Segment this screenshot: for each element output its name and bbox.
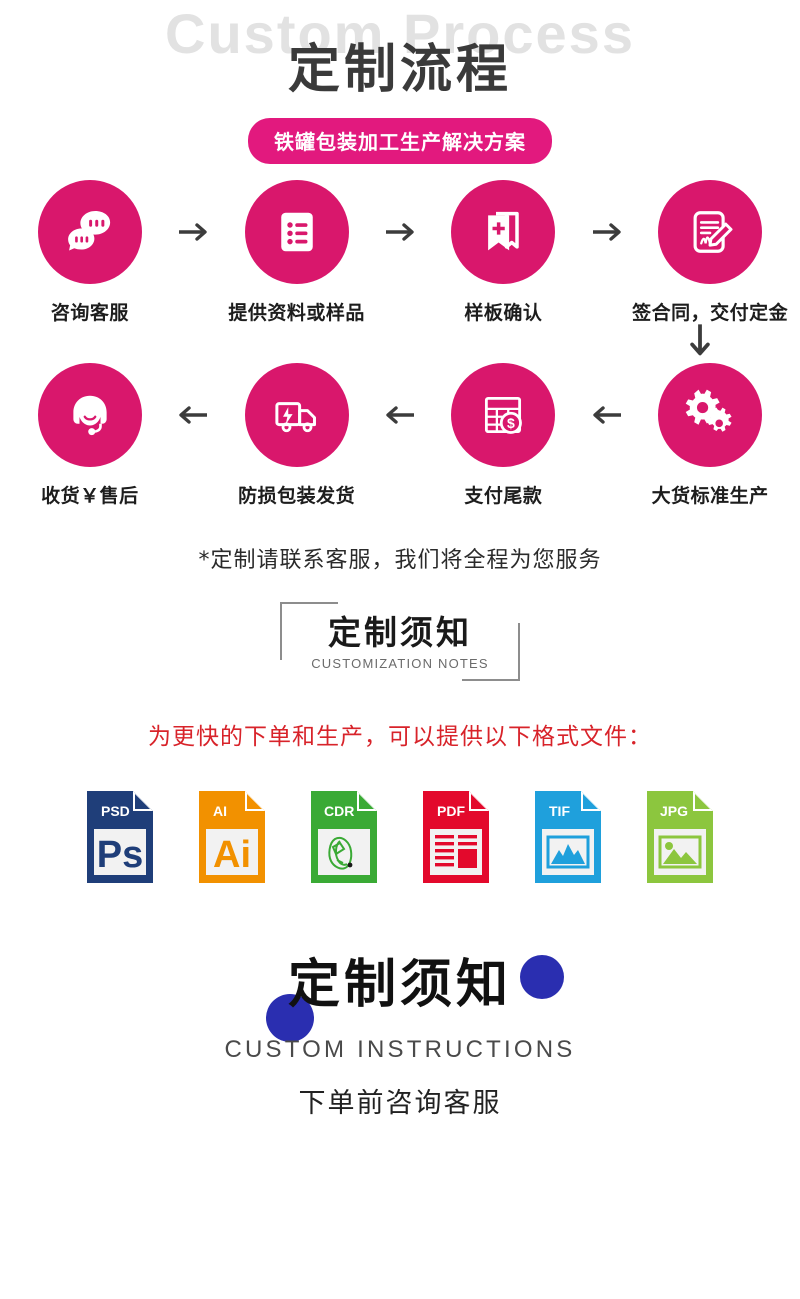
step-icon-circle (37, 180, 142, 284)
file-label: TIF (549, 803, 570, 819)
gears-icon (685, 389, 732, 432)
file-icon-jpg[interactable]: JPG (643, 787, 717, 887)
file-icon-ai[interactable]: AI Ai (195, 787, 269, 887)
contract-sign-icon (693, 211, 733, 253)
subtitle-badge: 铁罐包装加工生产解决方案 (248, 118, 552, 164)
file-label: PSD (101, 803, 130, 819)
bottom-title-en: CUSTOM INSTRUCTIONS (224, 1035, 576, 1063)
file-label: PDF (437, 803, 465, 819)
bracket-frame: 定制须知 CUSTOMIZATION NOTES (280, 602, 520, 681)
process-step-production[interactable]: 大货标准生产 (628, 363, 792, 508)
list-document-icon (280, 212, 313, 252)
process-section: 咨询客服 提供资料或样品 样板确认 签合同，交付定金 收货￥售后 防损包装发货 … (0, 180, 800, 508)
jpg-file-icon: JPG (647, 790, 713, 883)
file-icon-pdf[interactable]: PDF (419, 787, 493, 887)
badge-container: 铁罐包装加工生产解决方案 (0, 118, 800, 164)
file-inner-label: Ai (213, 834, 251, 876)
step-label: 收货￥售后 (41, 485, 139, 507)
bracket-title-cn: 定制须知 (328, 613, 472, 652)
customization-notes-heading: 定制须知 CUSTOMIZATION NOTES (0, 602, 800, 681)
cdr-file-icon: CDR (311, 790, 377, 883)
page-header: Custom Process 定制流程 铁罐包装加工生产解决方案 (0, 0, 800, 180)
file-icon-cdr[interactable]: CDR (307, 787, 381, 887)
arrow-right-icon (585, 180, 628, 284)
arrow-left-icon (378, 363, 421, 467)
ai-file-icon: AI Ai (199, 790, 265, 883)
step-icon-circle: $ (451, 363, 556, 467)
step-label: 提供资料或样品 (228, 302, 365, 324)
delivery-truck-icon (275, 402, 316, 433)
file-label: CDR (324, 803, 354, 819)
page-title: 定制流程 (287, 40, 512, 100)
step-icon-circle (658, 180, 763, 284)
file-format-note: 为更快的下单和生产，可以提供以下格式文件： (148, 723, 652, 750)
step-label: 大货标准生产 (651, 485, 769, 507)
arrow-left-icon (172, 363, 215, 467)
file-icon-psd[interactable]: PSD Ps (83, 787, 157, 887)
pdf-file-icon: PDF (423, 790, 489, 883)
process-row-1: 咨询客服 提供资料或样品 样板确认 签合同，交付定金 (8, 180, 792, 325)
arrow-left-icon (585, 363, 628, 467)
bottom-title-cn: 定制须知 (287, 954, 512, 1015)
step-icon-circle (658, 363, 763, 467)
arrow-right-icon (378, 180, 421, 284)
tif-file-icon: TIF (535, 790, 601, 883)
psd-file-icon: PSD Ps (87, 790, 153, 883)
arrow-down-icon (690, 324, 710, 356)
custom-process-page: Custom Process 定制流程 铁罐包装加工生产解决方案 咨询客服 提供… (0, 0, 800, 1299)
step-icon-circle (37, 363, 142, 467)
step-label: 咨询客服 (50, 302, 129, 324)
process-step-consult[interactable]: 咨询客服 (8, 180, 172, 325)
process-row-2: 收货￥售后 防损包装发货 $ 支付尾款 大货标准生产 (8, 363, 792, 508)
service-note: *定制请联系客服，我们将全程为您服务 (198, 548, 602, 573)
process-step-aftersales[interactable]: 收货￥售后 (8, 363, 172, 508)
step-label: 防损包装发货 (238, 485, 356, 507)
bottom-section: 定制须知 CUSTOM INSTRUCTIONS 下单前咨询客服 (0, 939, 800, 1139)
chat-bubbles-icon (68, 211, 110, 251)
step-icon-circle (244, 180, 349, 284)
bracket-title-en: CUSTOMIZATION NOTES (311, 655, 489, 671)
arrow-down-wrapper (8, 321, 792, 359)
file-format-list: PSD Ps AI Ai CDR PDF TIF JPG (0, 787, 800, 887)
process-step-shipping[interactable]: 防损包装发货 (215, 363, 379, 508)
step-label: 样板确认 (464, 302, 543, 324)
bookmark-plus-icon (488, 211, 520, 251)
bottom-subtitle: 下单前咨询客服 (298, 1087, 502, 1119)
process-step-contract[interactable]: 签合同，交付定金 (628, 180, 792, 325)
step-label: 支付尾款 (464, 485, 543, 507)
file-label: AI (213, 803, 227, 819)
payment-calendar-icon: $ (485, 396, 523, 434)
step-icon-circle (244, 363, 349, 467)
file-label: JPG (660, 803, 688, 819)
process-step-materials[interactable]: 提供资料或样品 (215, 180, 379, 325)
headset-agent-icon (73, 395, 107, 436)
arrow-right-icon (172, 180, 215, 284)
file-inner-label: Ps (97, 834, 143, 876)
process-step-payment[interactable]: $ 支付尾款 (422, 363, 586, 508)
svg-text:$: $ (507, 415, 515, 431)
file-icon-tif[interactable]: TIF (531, 787, 605, 887)
step-icon-circle (451, 180, 556, 284)
process-step-sample[interactable]: 样板确认 (422, 180, 586, 325)
